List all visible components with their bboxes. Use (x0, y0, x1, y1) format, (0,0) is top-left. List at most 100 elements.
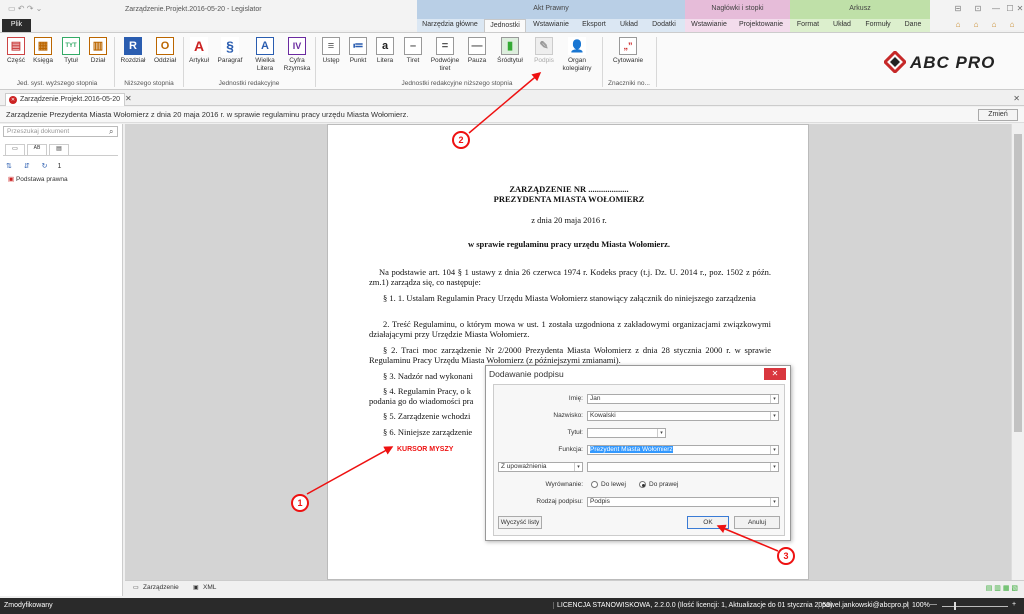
ribbon-button-oddzial[interactable]: O Oddział (151, 35, 179, 65)
tab-eksport[interactable]: Eksport (576, 19, 612, 32)
zoom-in-button[interactable]: + (1012, 601, 1016, 608)
quick-icon-4[interactable]: ⌂ (1006, 20, 1018, 30)
bottom-toolbar-icons[interactable]: ▤ ▥ ▦ ▧ (986, 584, 1018, 592)
ribbon-button-podpis[interactable]: ✎ Podpis (531, 35, 557, 65)
ribbon-button-pauza[interactable]: — Pauza (464, 35, 490, 65)
chevron-down-icon[interactable]: ▾ (657, 429, 665, 437)
ribbon-button-srodtytul[interactable]: ▮ Śródtytuł (493, 35, 527, 65)
tab-projektowanie[interactable]: Projektowanie (735, 19, 787, 32)
quick-icon-1[interactable]: ⌂ (952, 20, 964, 30)
tab-uklad[interactable]: Układ (614, 19, 644, 32)
funkcja-input[interactable]: Prezydent Miasta Wołomierz ▾ (587, 445, 779, 455)
page-icon: ▭ (133, 585, 139, 591)
tab-dane[interactable]: Dane (899, 19, 927, 32)
upowaznienie-select[interactable]: Z upoważnienia ▾ (498, 462, 583, 472)
ribbon-button-wielka-litera[interactable]: A Wielka Litera (251, 35, 279, 73)
search-input[interactable]: Przeszukaj dokument (3, 126, 118, 137)
vertical-scrollbar[interactable] (1011, 124, 1024, 580)
ribbon-button-rozdzial[interactable]: R Rozdział (119, 35, 147, 65)
panel-tab-1-icon[interactable]: ▭ (5, 144, 25, 156)
panel-tab-3-icon[interactable]: ▤ (49, 144, 69, 156)
upowaznienie-input[interactable]: ▾ (587, 462, 779, 472)
abc-pro-logo: ABC PRO (884, 51, 1008, 73)
chevron-down-icon[interactable]: ▾ (770, 395, 778, 403)
czesc-icon: ▤ (7, 37, 25, 55)
doc-paragraph-5: § 5. Zarządzenie wchodzi (383, 411, 471, 421)
view-tab-zarzadzenie[interactable]: ▭ Zarządzenie (133, 584, 179, 591)
chevron-down-icon[interactable]: ▾ (770, 412, 778, 420)
dialog-close-button[interactable]: ✕ (764, 368, 786, 380)
minimize-icon[interactable]: — (990, 4, 1002, 14)
rozdzial-icon: R (124, 37, 142, 55)
search-icon[interactable]: ⌕ (109, 127, 113, 137)
zoom-out-button[interactable]: — (930, 601, 937, 608)
status-bar: Zmodyfikowany LICENCJA STANOWISKOWA, 2.2… (0, 598, 1024, 614)
tytul-input[interactable]: ▾ (587, 428, 666, 438)
ribbon-button-tiret[interactable]: – Tiret (401, 35, 425, 65)
ribbon-button-ustep[interactable]: ≡ Ustęp (318, 35, 344, 65)
tab-formuly[interactable]: Formuły (861, 19, 895, 32)
ok-button[interactable]: OK (687, 516, 729, 529)
ribbon-button-podwojne-tiret[interactable]: = Podwójne tiret (428, 35, 462, 73)
tab-uklad-arkusz[interactable]: Układ (827, 19, 857, 32)
ribbon-toggle-icon[interactable]: ⊡ (972, 4, 984, 14)
ribbon-button-cyfra-rzymska[interactable]: IV Cyfra Rzymska (282, 35, 312, 73)
tab-jednostki[interactable]: Jednostki (484, 19, 526, 32)
label-tytul: Tytuł: (567, 429, 583, 436)
help-icon[interactable]: ⊟ (952, 4, 964, 14)
refresh-icon[interactable]: ↻ (42, 163, 48, 170)
chevron-down-icon[interactable]: ▾ (574, 463, 582, 471)
ribbon-button-tytul[interactable]: TYT Tytuł (59, 35, 83, 65)
zoom-level: 100% (908, 602, 930, 609)
ribbon-button-dzial[interactable]: ▥ Dział (87, 35, 109, 65)
change-button[interactable]: Zmień (978, 109, 1018, 121)
tab-wstawianie[interactable]: Wstawianie (529, 19, 573, 32)
tab-dodatki[interactable]: Dodatki (646, 19, 682, 32)
tab-wstawianie-naglowki[interactable]: Wstawianie (687, 19, 731, 32)
ribbon-button-czesc[interactable]: ▤ Część (5, 35, 27, 65)
panel-close-icon[interactable]: ✕ (1013, 94, 1020, 103)
close-icon[interactable]: ✕ (1014, 4, 1024, 14)
doc-title-1: ZARZĄDZENIE NR ................... (509, 184, 629, 194)
ribbon-button-punkt[interactable]: ≔ Punkt (346, 35, 370, 65)
ribbon-button-litera[interactable]: a Litera (372, 35, 398, 65)
ribbon-button-cytowanie[interactable]: „” Cytowanie (608, 35, 648, 65)
tab-close-icon[interactable]: ✕ (125, 94, 132, 103)
label-funkcja: Funkcja: (558, 446, 583, 453)
chevron-down-icon[interactable]: ▾ (770, 463, 778, 471)
document-close-icon[interactable]: ✕ (9, 96, 17, 104)
imie-input[interactable]: Jan ▾ (587, 394, 779, 404)
ribbon-button-organ-kolegialny[interactable]: 👤 Organ kolegialny (560, 35, 594, 73)
label-nazwisko: Nazwisko: (553, 412, 583, 419)
clear-lists-button[interactable]: Wyczyść listy (498, 516, 542, 529)
zoom-slider-thumb[interactable] (954, 602, 956, 610)
zoom-slider[interactable] (942, 606, 1008, 607)
ribbon-button-artykul[interactable]: A Artykuł (186, 35, 212, 65)
radio-do-prawej[interactable] (639, 481, 646, 488)
tree-item-podstawa-prawna[interactable]: ▣ Podstawa prawna (8, 175, 68, 183)
status-user: pawel.jankowski@abcpro.pl (818, 602, 908, 609)
cancel-button[interactable]: Anuluj (734, 516, 780, 529)
callout-1: 1 (291, 494, 309, 512)
rodzaj-podpisu-select[interactable]: Podpis ▾ (587, 497, 779, 507)
radio-do-prawej-label: Do prawej (649, 481, 679, 488)
view-tab-xml[interactable]: ▣ XML (193, 584, 216, 591)
quick-icon-3[interactable]: ⌂ (988, 20, 1000, 30)
chevron-down-icon[interactable]: ▾ (770, 498, 778, 506)
callout-3: 3 (777, 547, 795, 565)
ribbon-button-paragraf[interactable]: § Paragraf (215, 35, 245, 65)
scrollbar-thumb[interactable] (1014, 134, 1022, 432)
panel-tab-2-icon[interactable]: AB (27, 144, 47, 156)
nazwisko-input[interactable]: Kowalski ▾ (587, 411, 779, 421)
collapse-icon[interactable]: ⇵ (24, 163, 30, 170)
chevron-down-icon[interactable]: ▾ (770, 446, 778, 454)
tab-format[interactable]: Format (793, 19, 823, 32)
radio-do-lewej[interactable] (591, 481, 598, 488)
expand-icon[interactable]: ⇅ (6, 163, 12, 170)
tab-narzedzia-glowne[interactable]: Narzędzia główne (419, 19, 481, 32)
tytul-icon: TYT (62, 37, 80, 55)
file-tab[interactable]: Plik (2, 19, 31, 32)
quick-icon-2[interactable]: ⌂ (970, 20, 982, 30)
document-tab[interactable]: ✕ Zarządzenie.Projekt.2016-05-20 (5, 93, 126, 106)
ribbon-button-ksiega[interactable]: ▦ Księga (31, 35, 55, 65)
